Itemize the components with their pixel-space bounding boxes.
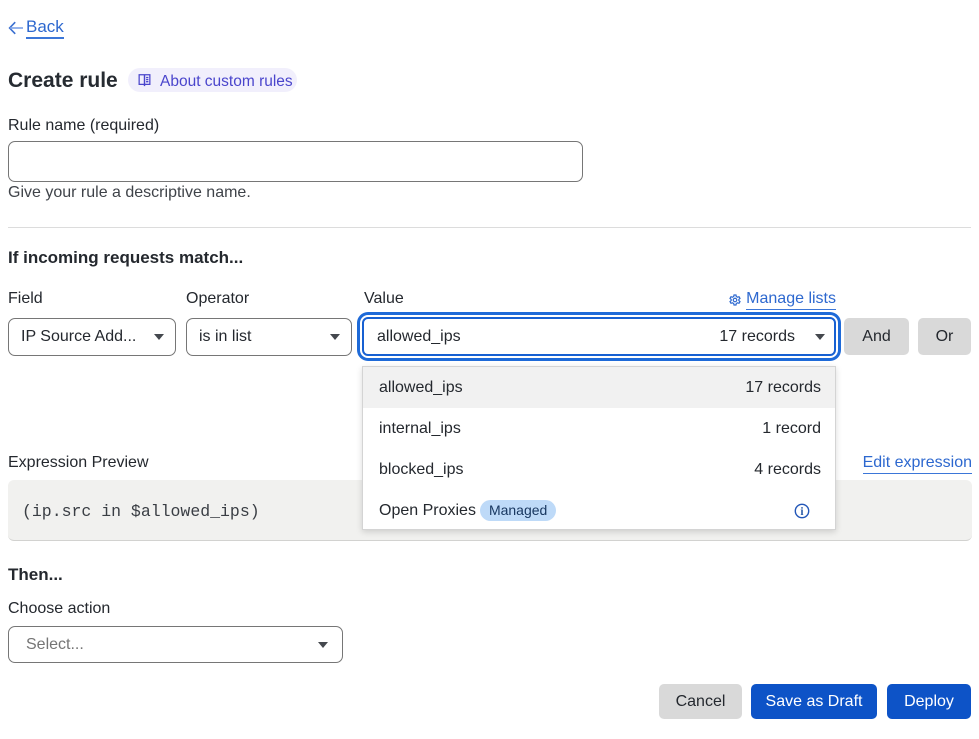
svg-text:i: i [800,506,804,518]
